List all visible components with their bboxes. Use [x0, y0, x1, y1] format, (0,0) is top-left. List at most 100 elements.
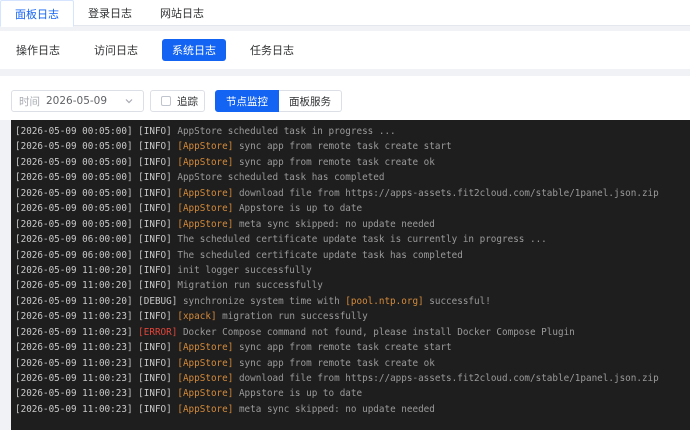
- log-level: [INFO]: [138, 234, 172, 246]
- log-level: [INFO]: [138, 403, 172, 415]
- log-message: The scheduled certificate update task ha…: [177, 249, 463, 261]
- log-timestamp: [2026-05-09 11:00:20]: [15, 280, 133, 292]
- log-category-tabs: 面板日志 登录日志 网站日志: [0, 0, 690, 27]
- log-timestamp: [2026-05-09 11:00:23]: [15, 388, 133, 400]
- tab-login-log[interactable]: 登录日志: [74, 0, 146, 26]
- log-line: [2026-05-09 00:05:00] [INFO] [AppStore] …: [15, 155, 690, 170]
- log-line: [2026-05-09 00:05:00] [INFO] AppStore sc…: [15, 124, 690, 139]
- track-checkbox[interactable]: [161, 96, 171, 106]
- date-select-label: 时间: [19, 95, 40, 108]
- log-level: [INFO]: [138, 311, 172, 323]
- log-timestamp: [2026-05-09 00:05:00]: [15, 126, 133, 137]
- log-message: sync app from remote task create ok: [238, 156, 435, 168]
- log-line: [2026-05-09 11:00:23] [INFO] [AppStore] …: [15, 402, 690, 417]
- log-level: [INFO]: [138, 357, 172, 369]
- log-timestamp: [2026-05-09 11:00:23]: [15, 311, 133, 323]
- log-controls-bar: 时间 2026-05-09 追踪 节点监控 面板服务: [0, 76, 690, 120]
- date-select-value: 2026-05-09: [46, 95, 108, 107]
- log-module-tag: [AppStore]: [177, 357, 234, 369]
- log-message: download file from https://apps-assets.f…: [238, 373, 659, 384]
- log-message: AppStore scheduled task in progress ...: [177, 126, 396, 137]
- log-message: Migration run successfully: [177, 280, 323, 292]
- tab-operation-log[interactable]: 操作日志: [6, 39, 70, 61]
- log-level: [ERROR]: [138, 326, 178, 338]
- log-module-tag: [AppStore]: [177, 203, 234, 215]
- log-module-tag: [AppStore]: [177, 373, 234, 384]
- tab-website-log[interactable]: 网站日志: [146, 0, 218, 26]
- log-module-tag: [xpack]: [177, 311, 217, 323]
- log-module-tag: [AppStore]: [177, 403, 234, 415]
- log-module-tag: [AppStore]: [177, 342, 234, 354]
- log-level: [INFO]: [138, 373, 172, 384]
- tab-panel-log[interactable]: 面板日志: [0, 0, 74, 27]
- log-message: migration run successfully: [222, 311, 368, 323]
- log-level: [INFO]: [138, 249, 172, 261]
- log-line: [2026-05-09 00:05:00] [INFO] AppStore sc…: [15, 170, 690, 185]
- log-line: [2026-05-09 11:00:23] [INFO] [AppStore] …: [15, 371, 690, 386]
- log-timestamp: [2026-05-09 11:00:23]: [15, 357, 133, 369]
- log-highlight: [pool.ntp.org]: [345, 295, 424, 307]
- log-source-switch: 节点监控 面板服务: [215, 90, 342, 112]
- log-message: download file from https://apps-assets.f…: [238, 187, 659, 199]
- log-message: sync app from remote task create start: [238, 342, 452, 354]
- log-line: [2026-05-09 00:05:00] [INFO] [AppStore] …: [15, 217, 690, 232]
- log-message: successful!: [423, 295, 491, 307]
- log-level: [INFO]: [138, 203, 172, 215]
- log-level: [INFO]: [138, 156, 172, 168]
- log-module-tag: [AppStore]: [177, 187, 234, 199]
- log-timestamp: [2026-05-09 00:05:00]: [15, 141, 133, 153]
- chevron-down-icon: [125, 99, 133, 104]
- log-timestamp: [2026-05-09 00:05:00]: [15, 172, 133, 184]
- log-message: AppStore scheduled task has completed: [177, 172, 385, 184]
- log-level: [INFO]: [138, 388, 172, 400]
- tab-task-log[interactable]: 任务日志: [240, 39, 304, 61]
- log-message: The scheduled certificate update task is…: [177, 234, 547, 246]
- log-module-tag: [AppStore]: [177, 141, 234, 153]
- log-line: [2026-05-09 11:00:20] [INFO] Migration r…: [15, 278, 690, 293]
- log-level: [INFO]: [138, 187, 172, 199]
- log-line: [2026-05-09 11:00:23] [INFO] [AppStore] …: [15, 356, 690, 371]
- log-level: [INFO]: [138, 342, 172, 354]
- log-timestamp: [2026-05-09 00:05:00]: [15, 218, 133, 230]
- log-timestamp: [2026-05-09 11:00:23]: [15, 373, 133, 384]
- log-line: [2026-05-09 11:00:23] [INFO] [xpack] mig…: [15, 309, 690, 324]
- tab-access-log[interactable]: 访问日志: [84, 39, 148, 61]
- log-level: [INFO]: [138, 218, 172, 230]
- log-message: meta sync skipped: no update needed: [238, 218, 435, 230]
- log-message: Appstore is up to date: [238, 388, 363, 400]
- log-message: init logger successfully: [177, 264, 312, 276]
- log-module-tag: [AppStore]: [177, 218, 234, 230]
- log-line: [2026-05-09 11:00:23] [INFO] [AppStore] …: [15, 340, 690, 355]
- log-timestamp: [2026-05-09 06:00:00]: [15, 234, 133, 246]
- tab-system-log[interactable]: 系统日志: [162, 39, 226, 61]
- log-level: [INFO]: [138, 126, 172, 137]
- log-type-tabs: 操作日志 访问日志 系统日志 任务日志: [0, 31, 690, 69]
- log-line: [2026-05-09 00:05:00] [INFO] [AppStore] …: [15, 186, 690, 201]
- log-timestamp: [2026-05-09 00:05:00]: [15, 156, 133, 168]
- date-select[interactable]: 时间 2026-05-09: [11, 90, 144, 112]
- log-message: Appstore is up to date: [238, 203, 363, 215]
- log-timestamp: [2026-05-09 00:05:00]: [15, 187, 133, 199]
- log-message: sync app from remote task create ok: [238, 357, 435, 369]
- node-monitor-button[interactable]: 节点监控: [215, 90, 279, 112]
- system-log-console[interactable]: [2026-05-09 00:05:00] [INFO] AppStore sc…: [11, 120, 690, 430]
- log-module-tag: [AppStore]: [177, 156, 234, 168]
- log-line: [2026-05-09 11:00:23] [INFO] [AppStore] …: [15, 386, 690, 401]
- log-level: [INFO]: [138, 264, 172, 276]
- log-timestamp: [2026-05-09 06:00:00]: [15, 249, 133, 261]
- log-message: synchronize system time with: [182, 295, 346, 307]
- log-line: [2026-05-09 00:05:00] [INFO] [AppStore] …: [15, 139, 690, 154]
- log-timestamp: [2026-05-09 11:00:23]: [15, 326, 133, 338]
- log-message: sync app from remote task create start: [238, 141, 452, 153]
- log-message: meta sync skipped: no update needed: [238, 403, 435, 415]
- log-line: [2026-05-09 06:00:00] [INFO] The schedul…: [15, 248, 690, 263]
- panel-service-button[interactable]: 面板服务: [279, 90, 342, 112]
- log-level: [INFO]: [138, 172, 172, 184]
- log-line: [2026-05-09 00:05:00] [INFO] [AppStore] …: [15, 201, 690, 216]
- track-toggle[interactable]: 追踪: [150, 90, 205, 112]
- log-level: [INFO]: [138, 141, 172, 153]
- log-level: [INFO]: [138, 280, 172, 292]
- log-module-tag: [AppStore]: [177, 388, 234, 400]
- log-line: [2026-05-09 11:00:20] [INFO] init logger…: [15, 263, 690, 278]
- log-message: Docker Compose command not found, please…: [182, 326, 575, 338]
